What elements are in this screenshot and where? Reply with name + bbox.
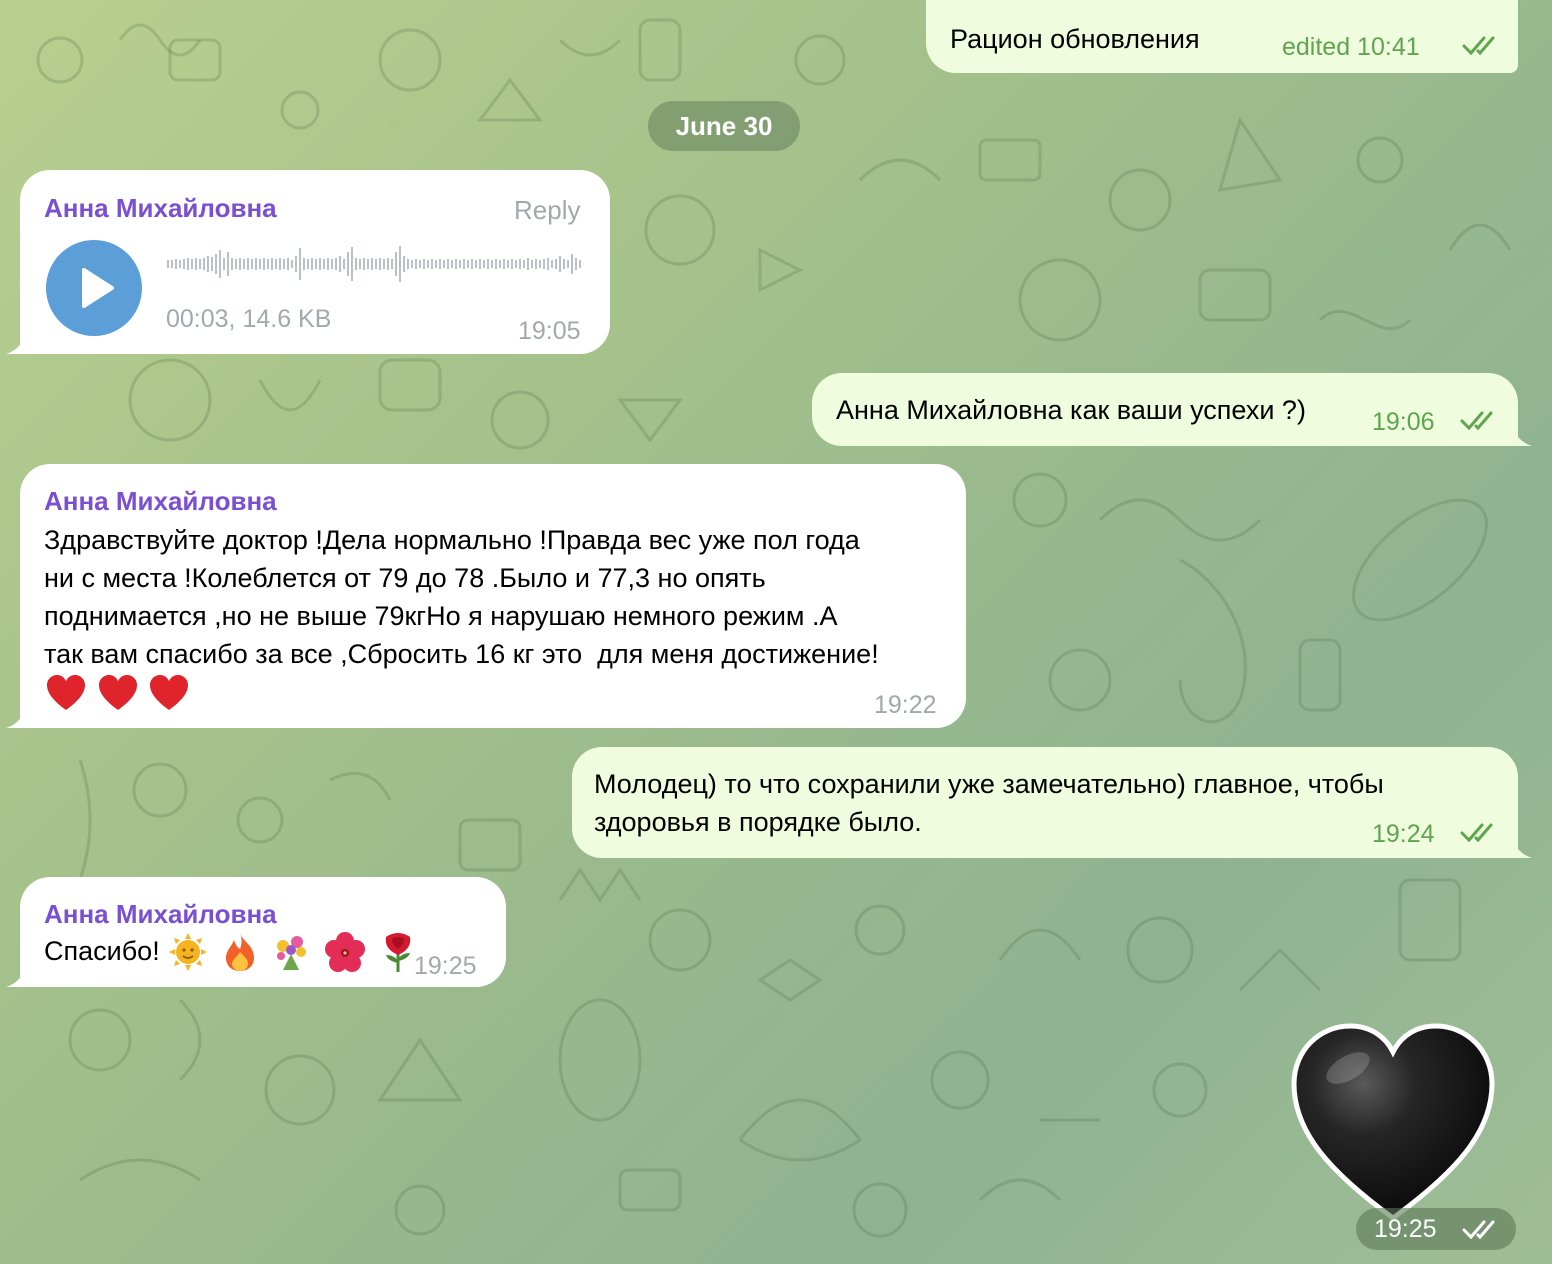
reply-button[interactable]: Reply <box>514 191 580 229</box>
bubble-tail <box>6 332 28 354</box>
incoming-voice-message[interactable]: Анна Михайловна Reply 00:03, 14.6 KB 19:… <box>6 170 610 354</box>
incoming-message[interactable]: Анна Михайловна Спасибо! 19:25 <box>6 877 506 987</box>
bubble-tail <box>6 965 28 987</box>
message-text-line: поднимается ,но не выше 79кгНо я нарушаю… <box>44 601 838 631</box>
message-time: 19:22 <box>874 691 937 719</box>
sun-with-face-icon <box>169 933 207 971</box>
message-text: Спасибо! <box>44 936 160 966</box>
message-time: 19:25 <box>1374 1215 1437 1243</box>
bouquet-icon <box>277 936 307 970</box>
message-time: edited 10:41 <box>1282 33 1420 61</box>
message-text: Рацион обновления <box>950 24 1200 54</box>
red-heart-icon <box>98 674 137 710</box>
incoming-message[interactable]: Анна Михайловна Здравствуйте доктор !Дел… <box>6 464 966 728</box>
play-icon <box>82 268 114 308</box>
message-text-line: так вам спасибо за все ,Сбросить 16 кг э… <box>44 639 879 669</box>
outgoing-message[interactable]: Молодец) то что сохранили уже замечатель… <box>572 747 1532 858</box>
voice-waveform[interactable] <box>166 244 586 284</box>
rose-icon <box>385 933 411 972</box>
outgoing-message[interactable]: Анна Михайловна как ваши успехи ?) 19:06 <box>812 373 1532 446</box>
double-check-icon <box>1460 823 1493 843</box>
sender-name[interactable]: Анна Михайловна <box>44 484 277 518</box>
sticker-time-badge: 19:25 <box>1356 1208 1516 1250</box>
message-text-line: Молодец) то что сохранили уже замечатель… <box>594 769 1384 799</box>
message-time: 19:06 <box>1372 408 1435 436</box>
double-check-icon <box>1460 411 1493 431</box>
bubble-tail <box>1510 424 1532 446</box>
message-text-line: Здравствуйте доктор !Дела нормально !Пра… <box>44 525 860 555</box>
hibiscus-icon <box>324 932 365 972</box>
message-text: Анна Михайловна как ваши успехи ?) <box>836 395 1306 425</box>
red-heart-icon <box>150 674 189 710</box>
fire-icon <box>225 934 254 971</box>
outgoing-message[interactable]: Рацион обновления edited 10:41 <box>926 0 1518 73</box>
sender-name[interactable]: Анна Михайловна <box>44 191 277 225</box>
message-time: 19:25 <box>414 952 477 980</box>
date-separator: June 30 <box>648 101 800 151</box>
double-check-icon <box>1462 1220 1495 1240</box>
bubble-tail <box>1510 836 1532 858</box>
red-heart-icon <box>47 674 85 710</box>
emoji-row <box>168 931 418 973</box>
emoji-row <box>46 672 189 712</box>
black-heart-sticker[interactable] <box>1290 1022 1496 1222</box>
message-time: 19:24 <box>1372 820 1435 848</box>
bubble-tail <box>6 706 28 728</box>
voice-duration-size: 00:03, 14.6 KB <box>166 305 332 333</box>
double-check-icon <box>1462 36 1495 56</box>
message-time: 19:05 <box>518 317 581 345</box>
sender-name[interactable]: Анна Михайловна <box>44 897 277 931</box>
message-text-line: ни с места !Колеблется от 79 до 78 .Было… <box>44 563 766 593</box>
play-button[interactable] <box>46 240 142 336</box>
message-text-line: здоровья в порядке было. <box>594 807 922 837</box>
